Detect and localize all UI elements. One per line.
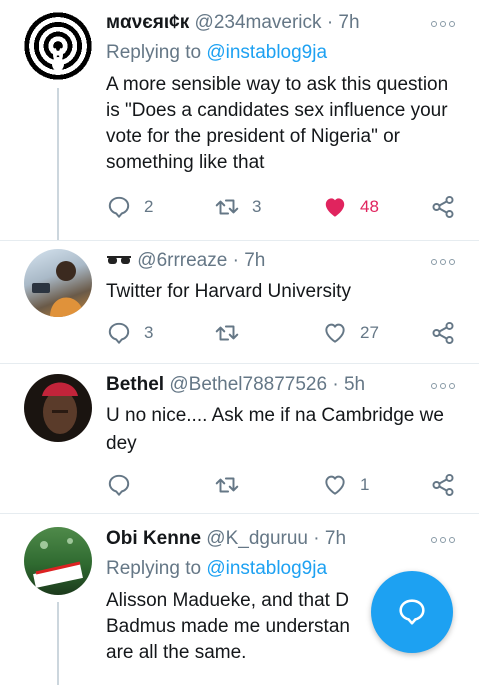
separator: · xyxy=(313,528,320,549)
retweet-icon xyxy=(215,199,239,215)
share-icon xyxy=(432,321,454,345)
tweet-header: Bethel @Bethel78877526 · 5h xyxy=(106,374,429,396)
compose-button[interactable] xyxy=(371,571,453,653)
like-count: 48 xyxy=(360,197,379,216)
like-count: 1 xyxy=(360,475,370,494)
like-button[interactable]: 27 xyxy=(322,318,379,348)
avatar-art xyxy=(42,382,78,434)
reply-icon xyxy=(108,322,130,344)
tweet-text: U no nice.... Ask me if na Cambridge we … xyxy=(106,405,444,454)
timestamp[interactable]: 7h xyxy=(244,250,265,271)
timestamp[interactable]: 5h xyxy=(344,374,365,395)
heart-icon xyxy=(325,475,345,495)
avatar-art xyxy=(33,538,83,588)
like-button[interactable]: 1 xyxy=(322,470,369,500)
separator: · xyxy=(232,250,239,271)
replying-to: Replying to @instablog9ja xyxy=(106,558,327,580)
timestamp[interactable]: 7h xyxy=(325,528,346,549)
share-button[interactable] xyxy=(430,192,456,222)
tweet-text: Twitter for Harvard University xyxy=(106,281,351,302)
retweet-icon xyxy=(215,325,239,341)
tweet-actions: 3 27 xyxy=(106,318,466,348)
replying-mention[interactable]: @instablog9ja xyxy=(206,558,327,579)
reply-icon xyxy=(108,196,130,218)
sunglasses-emoji-icon xyxy=(107,255,131,264)
avatar[interactable] xyxy=(24,249,92,317)
tweet-text: A more sensible way to ask this question… xyxy=(106,74,449,173)
reply-icon xyxy=(108,474,130,496)
heart-icon xyxy=(325,323,345,343)
thread-line xyxy=(57,88,59,240)
tweet-2[interactable]: @6rrreaze · 7h Twitter for Harvard Unive… xyxy=(0,241,479,363)
avatar-art xyxy=(32,261,84,317)
separator: · xyxy=(332,374,339,395)
tweet-header: Obi Kenne @K_dguruu · 7h xyxy=(106,528,429,550)
tweet-1[interactable]: мανєяι¢к @234maverick · 7h Replying to @… xyxy=(0,0,479,240)
more-icon[interactable] xyxy=(431,257,457,267)
handle[interactable]: @Bethel78877526 xyxy=(169,374,327,395)
handle[interactable]: @6rrreaze xyxy=(137,250,227,271)
share-icon xyxy=(432,473,454,497)
reply-count: 2 xyxy=(144,197,154,216)
compose-icon xyxy=(399,599,425,625)
separator: · xyxy=(326,12,334,33)
avatar-art xyxy=(52,48,64,71)
like-button[interactable]: 48 xyxy=(322,192,379,222)
replying-mention[interactable]: @instablog9ja xyxy=(206,42,327,63)
retweet-icon xyxy=(215,477,239,493)
retweet-button[interactable] xyxy=(214,318,252,348)
handle[interactable]: @K_dguruu xyxy=(206,528,308,549)
share-button[interactable] xyxy=(430,318,456,348)
retweet-count: 3 xyxy=(252,197,262,216)
more-icon[interactable] xyxy=(431,381,457,391)
retweet-button[interactable]: 3 xyxy=(214,192,261,222)
share-icon xyxy=(432,195,454,219)
more-icon[interactable] xyxy=(431,535,457,545)
replying-to: Replying to @instablog9ja xyxy=(106,42,327,64)
avatar[interactable] xyxy=(24,527,92,595)
more-icon[interactable] xyxy=(431,19,457,29)
display-name[interactable]: Obi Kenne xyxy=(106,528,201,549)
display-name[interactable]: Bethel xyxy=(106,374,164,395)
replying-prefix: Replying to xyxy=(106,42,202,63)
replying-prefix: Replying to xyxy=(106,558,202,579)
tweet-3[interactable]: Bethel @Bethel78877526 · 5h U no nice...… xyxy=(0,364,479,513)
reply-button[interactable]: 3 xyxy=(106,318,153,348)
reply-button[interactable]: 2 xyxy=(106,192,153,222)
reply-count: 3 xyxy=(144,323,154,342)
timestamp[interactable]: 7h xyxy=(338,12,359,33)
tweet-header: @6rrreaze · 7h xyxy=(106,250,429,272)
like-count: 27 xyxy=(360,323,379,342)
handle[interactable]: @234maverick xyxy=(195,12,322,33)
reply-button[interactable] xyxy=(106,470,144,500)
display-name[interactable]: мανєяι¢к xyxy=(106,12,189,33)
tweet-actions: 1 xyxy=(106,470,466,500)
retweet-button[interactable] xyxy=(214,470,252,500)
tweet-header: мανєяι¢к @234maverick · 7h xyxy=(106,12,429,34)
avatar[interactable] xyxy=(24,374,92,442)
thread-line xyxy=(57,602,59,685)
tweet-actions: 2 3 48 xyxy=(106,192,466,222)
avatar[interactable] xyxy=(24,12,92,80)
heart-icon xyxy=(325,198,345,217)
share-button[interactable] xyxy=(430,470,456,500)
